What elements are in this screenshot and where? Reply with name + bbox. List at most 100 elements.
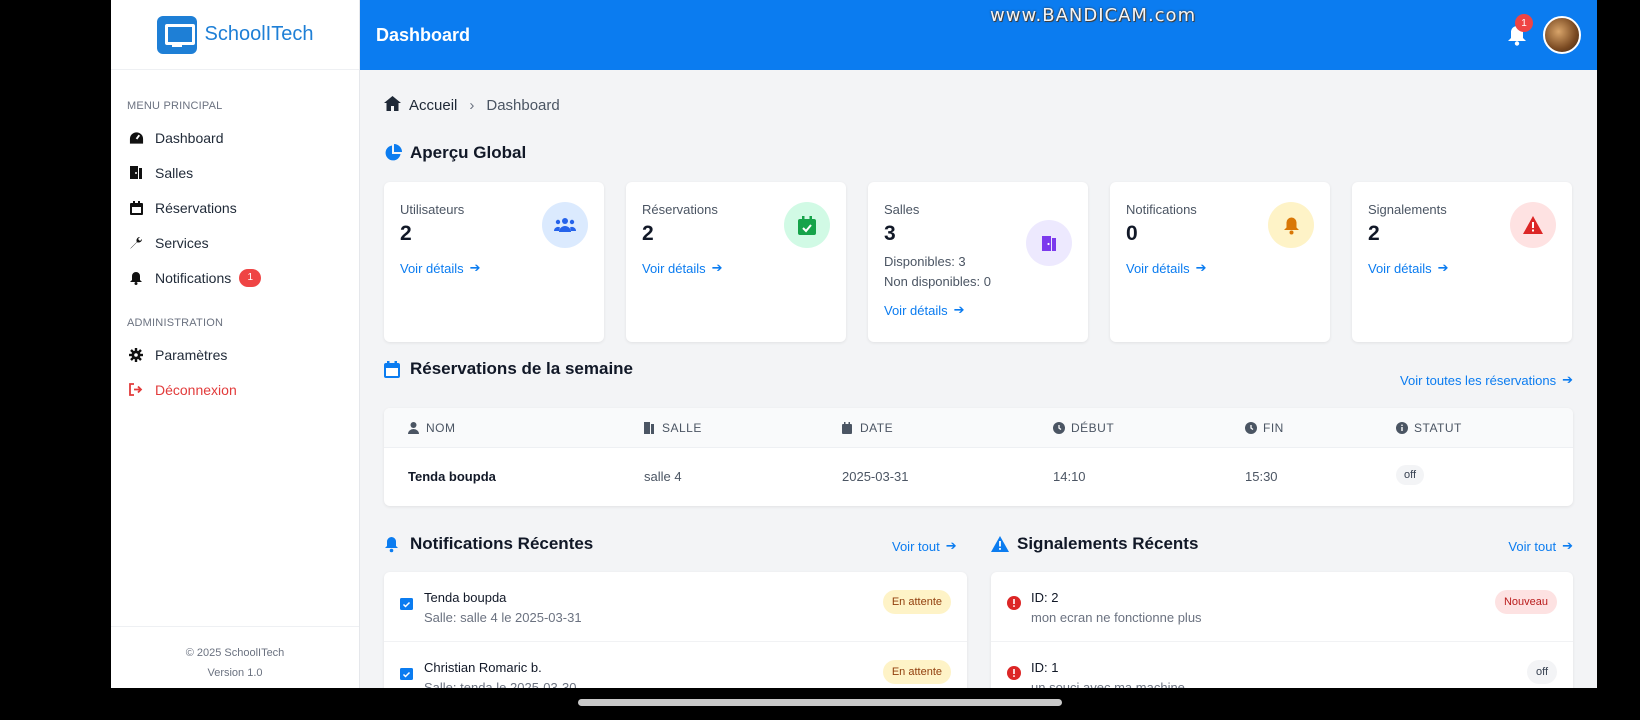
sidebar-item-reservations[interactable]: Réservations <box>111 190 359 225</box>
sidebar-footer: © 2025 SchoolITech Version 1.0 <box>111 626 359 688</box>
version-text: Version 1.0 <box>207 667 263 679</box>
sidebar-item-dashboard[interactable]: Dashboard <box>111 120 359 155</box>
monitor-logo-icon <box>156 15 197 54</box>
sidebar-item-label: Dashboard <box>155 129 224 146</box>
overview-title-text: Aperçu Global <box>410 143 527 162</box>
door-icon <box>644 422 656 434</box>
breadcrumb: Accueil › Dashboard <box>384 96 560 115</box>
column-header-debut: DÉBUT <box>1053 421 1114 435</box>
door-open-icon <box>1026 220 1072 266</box>
table-header: NOM SALLE DATE DÉBUT FIN STATUT <box>384 408 1573 448</box>
reservations-table: NOM SALLE DATE DÉBUT FIN STATUT Tenda bo… <box>384 408 1573 506</box>
sidebar-item-label: Services <box>155 234 209 251</box>
column-header-salle: SALLE <box>644 421 702 435</box>
voir-details-link[interactable]: Voir détails ➔ <box>1126 260 1314 276</box>
sidebar-item-label: Réservations <box>155 199 237 216</box>
voir-details-link[interactable]: Voir détails ➔ <box>400 260 588 276</box>
cell-salle: salle 4 <box>644 469 682 484</box>
report-subtitle: un souci avec ma machine <box>1031 680 1185 688</box>
voir-details-link[interactable]: Voir détails ➔ <box>642 260 830 276</box>
cell-debut: 14:10 <box>1053 469 1086 484</box>
stat-card-label: Salles <box>884 202 920 217</box>
notification-title: Tenda boupda <box>424 590 507 605</box>
calendar-check-icon <box>784 202 830 248</box>
app-window: SchoolITech MENU PRINCIPAL Dashboard Sal… <box>111 0 1597 688</box>
recent-notifications-title: Notifications Récentes <box>384 534 593 554</box>
column-header-nom: NOM <box>408 421 456 435</box>
breadcrumb-home[interactable]: Accueil <box>409 97 457 114</box>
status-badge: off <box>1396 465 1425 485</box>
brand-name: SchoolITech <box>204 23 314 45</box>
stat-card-salles: Salles 3 Disponibles: 3 Non disponibles:… <box>868 182 1088 342</box>
arrow-right-icon: ➔ <box>1195 260 1207 275</box>
cell-date: 2025-03-31 <box>842 469 909 484</box>
column-header-statut: STATUT <box>1396 421 1462 435</box>
clock-icon <box>1053 422 1065 434</box>
arrow-right-icon: ➔ <box>1562 372 1573 387</box>
menu-section-main: MENU PRINCIPAL <box>127 100 223 112</box>
status-badge: Nouveau <box>1494 590 1557 614</box>
home-indicator[interactable] <box>578 699 1062 706</box>
wrench-icon <box>127 235 145 251</box>
users-icon <box>542 202 588 248</box>
arrow-right-icon: ➔ <box>469 260 481 275</box>
menu-section-admin: ADMINISTRATION <box>127 317 224 329</box>
calendar-check-icon <box>400 596 414 610</box>
voir-details-link[interactable]: Voir détails ➔ <box>1368 260 1556 276</box>
notification-subtitle: Salle: salle 4 le 2025-03-31 <box>424 610 582 625</box>
week-reservations-title: Réservations de la semaine <box>384 359 633 379</box>
sidebar-item-label: Notifications <box>155 269 232 286</box>
cell-fin: 15:30 <box>1245 469 1278 484</box>
home-icon[interactable] <box>384 96 401 115</box>
sidebar-item-services[interactable]: Services <box>111 225 359 260</box>
sidebar-item-label: Salles <box>155 164 194 181</box>
reports-voir-tout-link[interactable]: Voir tout ➔ <box>1508 538 1573 554</box>
arrow-right-icon: ➔ <box>953 302 965 317</box>
report-subtitle: mon ecran ne fonctionne plus <box>1031 610 1202 625</box>
list-item[interactable]: Christian Romaric b. Salle: tenda le 202… <box>384 642 967 688</box>
copyright-text: © 2025 SchoolITech <box>185 647 285 659</box>
gauge-icon <box>127 130 145 146</box>
clock-icon <box>1245 422 1257 434</box>
bell-icon <box>384 535 402 553</box>
cell-nom: Tenda boupda <box>408 469 496 484</box>
status-badge: En attente <box>882 660 951 684</box>
column-header-fin: FIN <box>1245 421 1284 435</box>
alert-circle-icon <box>1007 666 1021 680</box>
warning-icon <box>991 535 1009 553</box>
recent-reports-title: Signalements Récents <box>991 534 1198 554</box>
sidebar-item-label: Déconnexion <box>155 381 237 398</box>
brand[interactable]: SchoolITech <box>111 0 359 70</box>
sidebar-item-parametres[interactable]: Paramètres <box>111 337 359 372</box>
table-row[interactable]: Tenda boupda salle 4 2025-03-31 14:10 15… <box>384 448 1573 506</box>
sidebar-item-notifications[interactable]: Notifications 1 <box>111 260 359 295</box>
list-item[interactable]: ID: 1 un souci avec ma machine off <box>991 642 1573 688</box>
status-badge: En attente <box>882 590 951 614</box>
list-item[interactable]: Tenda boupda Salle: salle 4 le 2025-03-3… <box>384 572 967 642</box>
breadcrumb-current: Dashboard <box>486 97 560 114</box>
notifications-voir-tout-link[interactable]: Voir tout ➔ <box>892 538 957 554</box>
sidebar-item-salles[interactable]: Salles <box>111 155 359 190</box>
stat-card-notifications: Notifications 0 Voir détails ➔ <box>1110 182 1330 342</box>
list-item[interactable]: ID: 2 mon ecran ne fonctionne plus Nouve… <box>991 572 1573 642</box>
week-reservations-title-text: Réservations de la semaine <box>410 359 634 378</box>
warning-icon <box>1510 202 1556 248</box>
avatar[interactable] <box>1543 16 1581 54</box>
pie-chart-icon <box>384 144 402 162</box>
sidebar: SchoolITech MENU PRINCIPAL Dashboard Sal… <box>111 0 360 688</box>
notifications-count-badge: 1 <box>239 268 262 287</box>
voir-details-link[interactable]: Voir détails ➔ <box>884 302 1072 318</box>
stat-card-utilisateurs: Utilisateurs 2 Voir détails ➔ <box>384 182 604 342</box>
recent-reports-title-text: Signalements Récents <box>1017 534 1199 553</box>
recorder-watermark: www.BANDICAM.com <box>990 5 1197 26</box>
sidebar-item-label: Paramètres <box>155 346 228 363</box>
arrow-right-icon: ➔ <box>1437 260 1449 275</box>
sidebar-item-deconnexion[interactable]: Déconnexion <box>111 372 359 407</box>
topbar: Dashboard www.BANDICAM.com 1 <box>360 0 1597 70</box>
topbar-notification-badge: 1 <box>1515 14 1533 32</box>
gear-icon <box>127 347 145 363</box>
status-badge: off <box>1526 660 1557 684</box>
logout-icon <box>127 382 145 398</box>
recent-reports-list: ID: 2 mon ecran ne fonctionne plus Nouve… <box>991 572 1573 688</box>
voir-toutes-reservations-link[interactable]: Voir toutes les réservations ➔ <box>1400 372 1573 388</box>
